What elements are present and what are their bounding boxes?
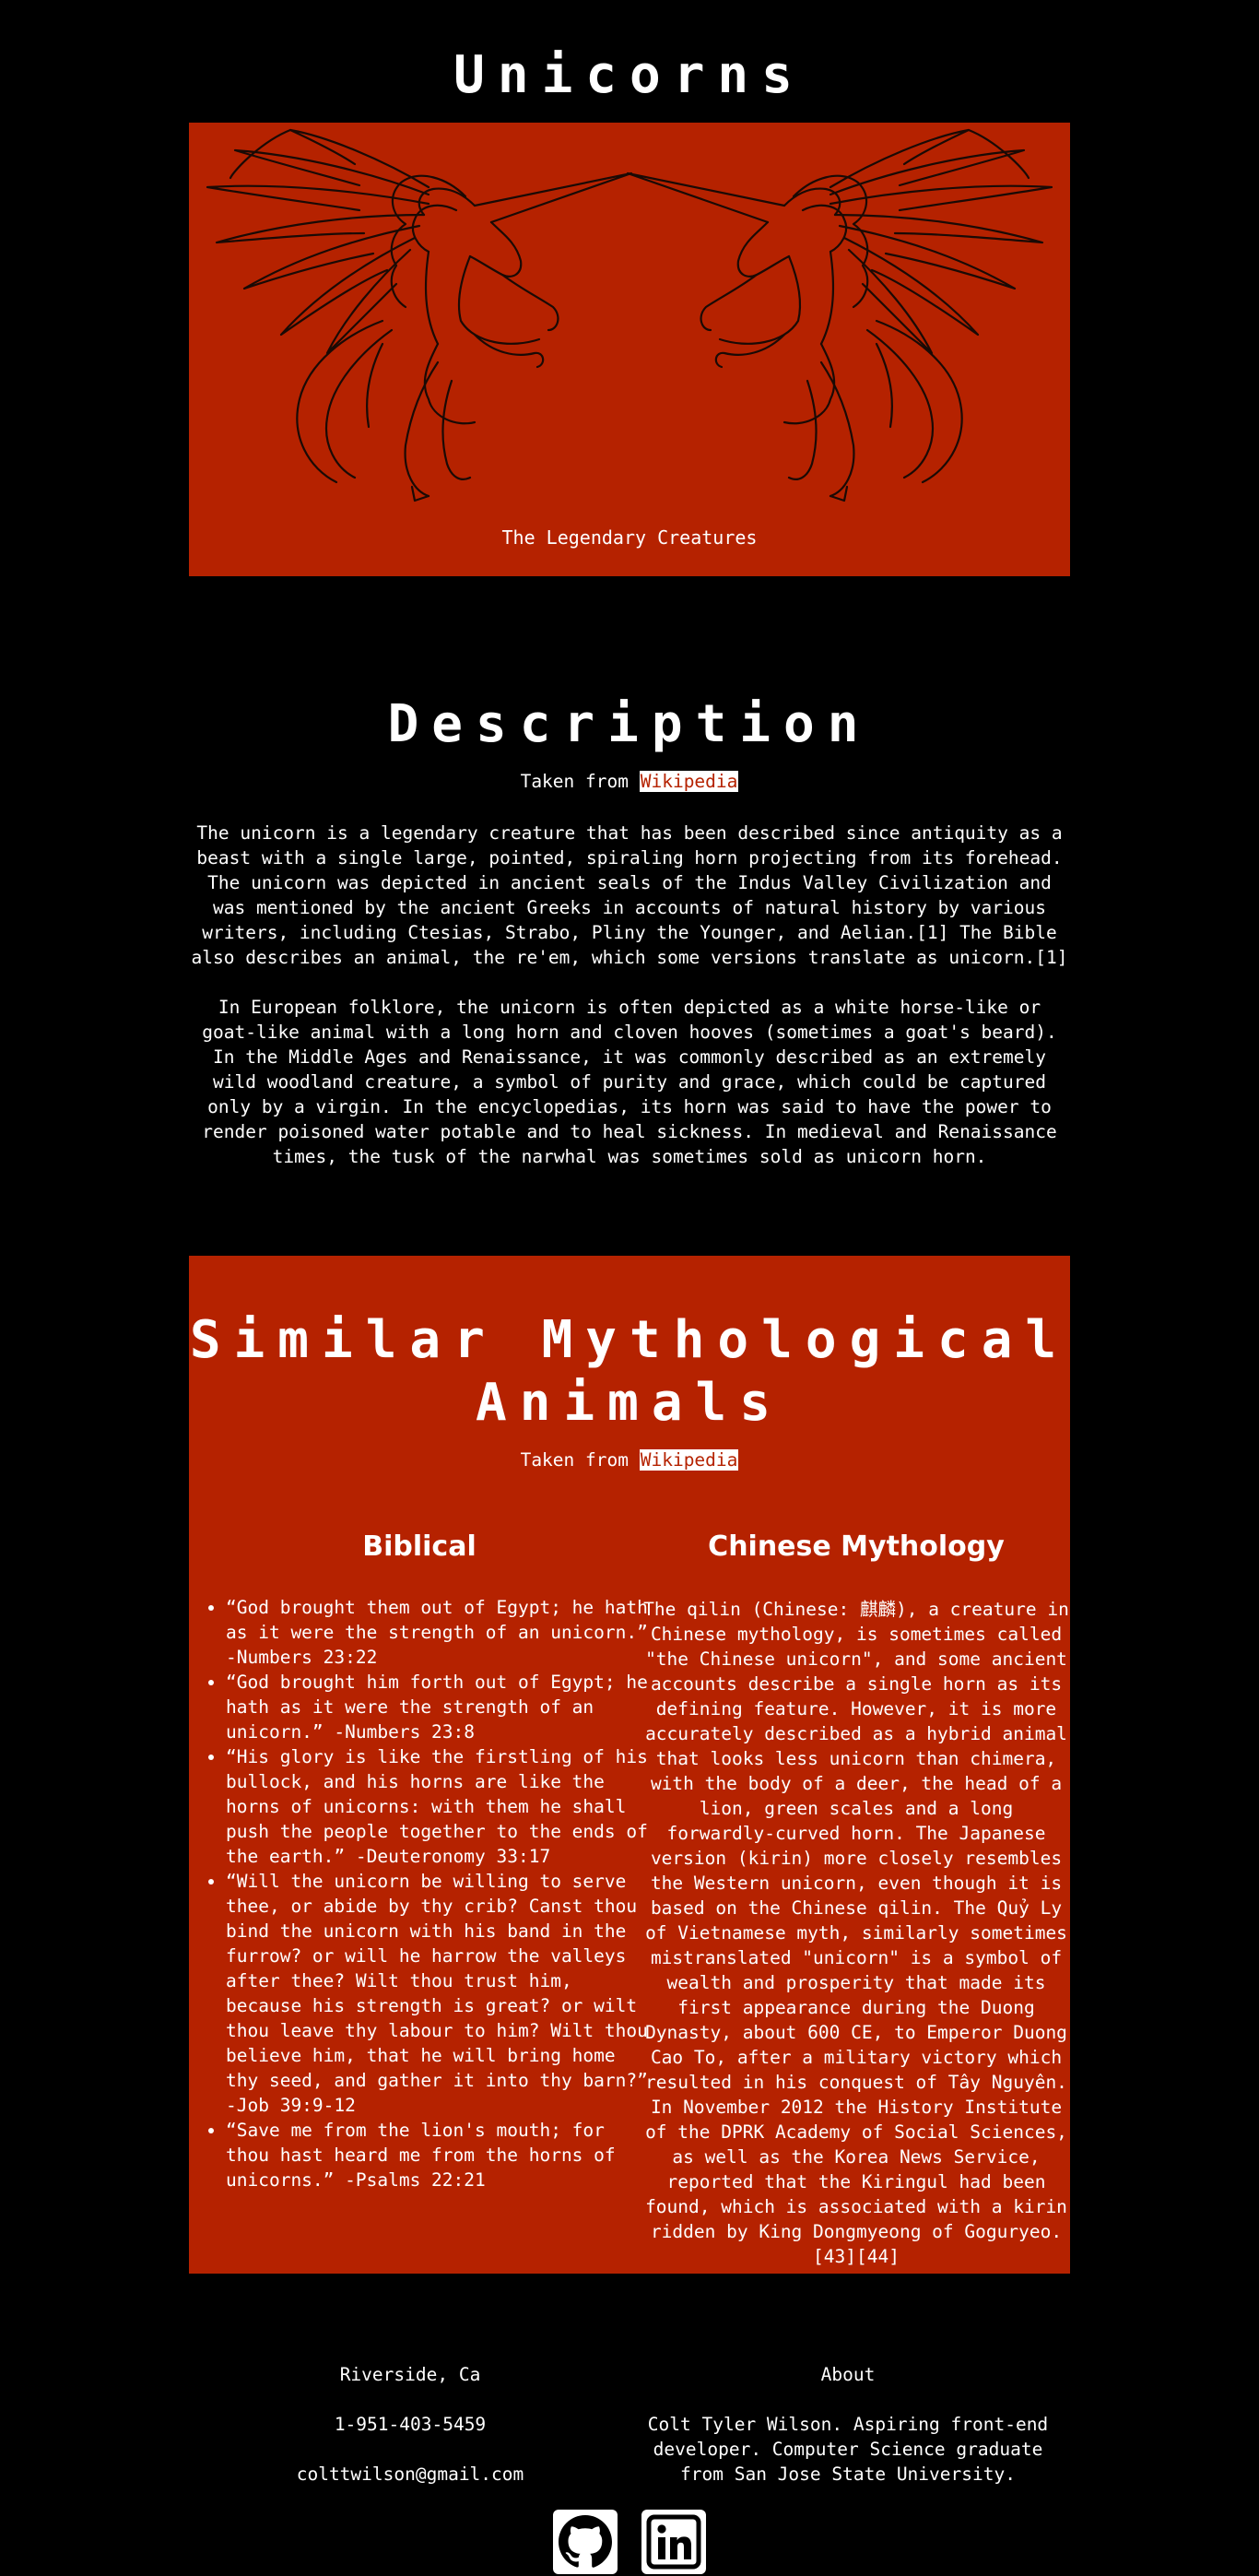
hero-banner xyxy=(189,123,1070,576)
footer-phone: 1-951-403-5459 xyxy=(334,2414,487,2435)
chinese-mythology-text: The qilin (Chinese: 麒麟), a creature in C… xyxy=(643,1599,1069,2267)
biblical-heading: Biblical xyxy=(362,1530,477,1563)
linkedin-link[interactable] xyxy=(641,2510,706,2574)
list-item: “Save me from the lion's mouth; for thou… xyxy=(226,2118,650,2192)
wikipedia-link[interactable]: Wikipedia xyxy=(639,771,739,792)
wikipedia-link[interactable]: Wikipedia xyxy=(639,1449,739,1471)
footer-email[interactable]: colttwilson@gmail.com xyxy=(226,2462,594,2487)
description-title: Description xyxy=(387,694,872,754)
github-link[interactable] xyxy=(553,2510,618,2574)
similar-title-line-1: Similar Mythological xyxy=(189,1310,1070,1370)
list-item: “God brought them out of Egypt; he hath … xyxy=(226,1595,650,1670)
list-item: “His glory is like the firstling of his … xyxy=(226,1744,650,1869)
footer-about-text: Colt Tyler Wilson. Aspiring front-end de… xyxy=(647,2414,1049,2485)
list-item: “God brought him forth out of Egypt; he … xyxy=(226,1670,650,1744)
biblical-quotes-list: “God brought them out of Egypt; he hath … xyxy=(207,1595,650,2192)
similar-source: Taken from Wikipedia xyxy=(0,1448,1259,1472)
github-icon xyxy=(559,2515,612,2568)
description-source: Taken from Wikipedia xyxy=(0,769,1259,794)
footer-location: Riverside, Ca xyxy=(339,2364,481,2385)
page-title: Unicorns xyxy=(453,45,806,105)
list-item: “Will the unicorn be willing to serve th… xyxy=(226,1869,650,2118)
chinese-mythology-heading: Chinese Mythology xyxy=(708,1530,1005,1563)
hero-caption: The Legendary Creatures xyxy=(501,526,758,549)
source-prefix: Taken from xyxy=(520,1449,629,1471)
source-prefix: Taken from xyxy=(520,771,629,792)
linkedin-icon xyxy=(646,2514,701,2570)
similar-title-line-2: Animals xyxy=(475,1373,783,1433)
winged-unicorns-illustration xyxy=(206,128,1053,502)
description-paragraph-1: The unicorn is a legendary creature that… xyxy=(191,822,1068,968)
footer-about-heading: About xyxy=(820,2364,876,2385)
description-paragraph-2: In European folklore, the unicorn is oft… xyxy=(202,997,1057,1167)
